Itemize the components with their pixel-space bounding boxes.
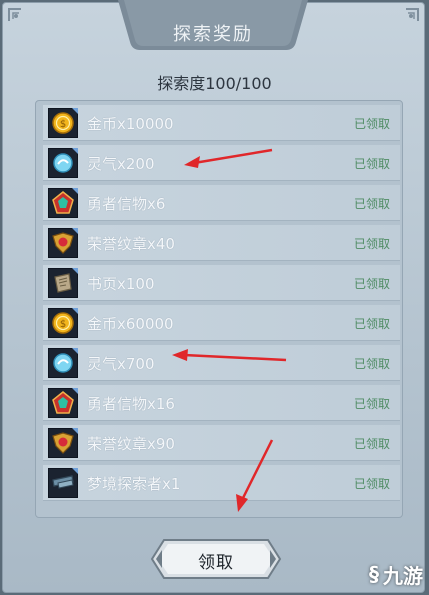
corner-ornament-icon [406, 8, 419, 21]
reward-name: 梦境探索者x1 [87, 475, 181, 493]
reward-name: 荣誉纹章x90 [87, 435, 175, 453]
gold-coin-icon: $ [48, 108, 78, 138]
svg-text:$: $ [60, 319, 66, 330]
claimed-status: 已领取 [353, 117, 390, 131]
honor-crest-icon [48, 228, 78, 258]
claimed-status: 已领取 [353, 477, 390, 491]
gold-coin-icon: $ [48, 308, 78, 338]
reward-name: 勇者信物x6 [87, 195, 166, 213]
claimed-status: 已领取 [353, 237, 390, 251]
reward-row: 勇者信物x16 已领取 [43, 385, 400, 421]
reward-row: 荣誉纹章x90 已领取 [43, 425, 400, 461]
honor-crest-icon [48, 428, 78, 458]
corner-ornament-icon [8, 8, 21, 21]
claim-button-label: 领取 [198, 553, 234, 573]
red-arrow-icon [236, 439, 274, 512]
reward-name: 金币x60000 [87, 315, 174, 333]
reward-row: 梦境探索者x1 已领取 [43, 465, 400, 501]
reward-name: 灵气x700 [87, 355, 155, 373]
claimed-status: 已领取 [353, 357, 390, 371]
page-title: 探索奖励 [173, 24, 253, 45]
claimed-status: 已领取 [353, 437, 390, 451]
claimed-status: 已领取 [353, 277, 390, 291]
red-arrow-icon [172, 349, 287, 362]
claimed-status: 已领取 [353, 317, 390, 331]
hero-token-icon [48, 388, 78, 418]
claim-button[interactable]: 领取 [150, 538, 282, 580]
spirit-orb-icon [48, 148, 78, 178]
jiuyou-logo-icon: § [369, 562, 379, 586]
exploration-progress: 探索度100/100 [157, 74, 272, 93]
reward-row: $ 金币x60000 已领取 [43, 305, 400, 341]
claimed-status: 已领取 [353, 157, 390, 171]
title-banner: 探索奖励 [118, 0, 308, 54]
reward-row: 勇者信物x6 已领取 [43, 185, 400, 221]
reward-row: 荣誉纹章x40 已领取 [43, 225, 400, 261]
reward-name: 灵气x200 [87, 155, 155, 173]
spirit-orb-icon [48, 348, 78, 378]
reward-name: 金币x10000 [87, 115, 174, 133]
reward-name: 书页x100 [87, 275, 155, 293]
svg-text:$: $ [60, 119, 66, 130]
site-watermark: § 九游 [369, 557, 423, 591]
book-page-icon [48, 268, 78, 298]
reward-name: 勇者信物x16 [87, 395, 175, 413]
claimed-status: 已领取 [353, 197, 390, 211]
dream-explorer-icon [48, 468, 78, 498]
watermark-text: 九游 [383, 563, 423, 588]
reward-row: $ 金币x10000 已领取 [43, 105, 400, 141]
claimed-status: 已领取 [353, 397, 390, 411]
red-arrow-icon [184, 148, 273, 168]
hero-token-icon [48, 188, 78, 218]
reward-row: 书页x100 已领取 [43, 265, 400, 301]
reward-name: 荣誉纹章x40 [87, 235, 175, 253]
